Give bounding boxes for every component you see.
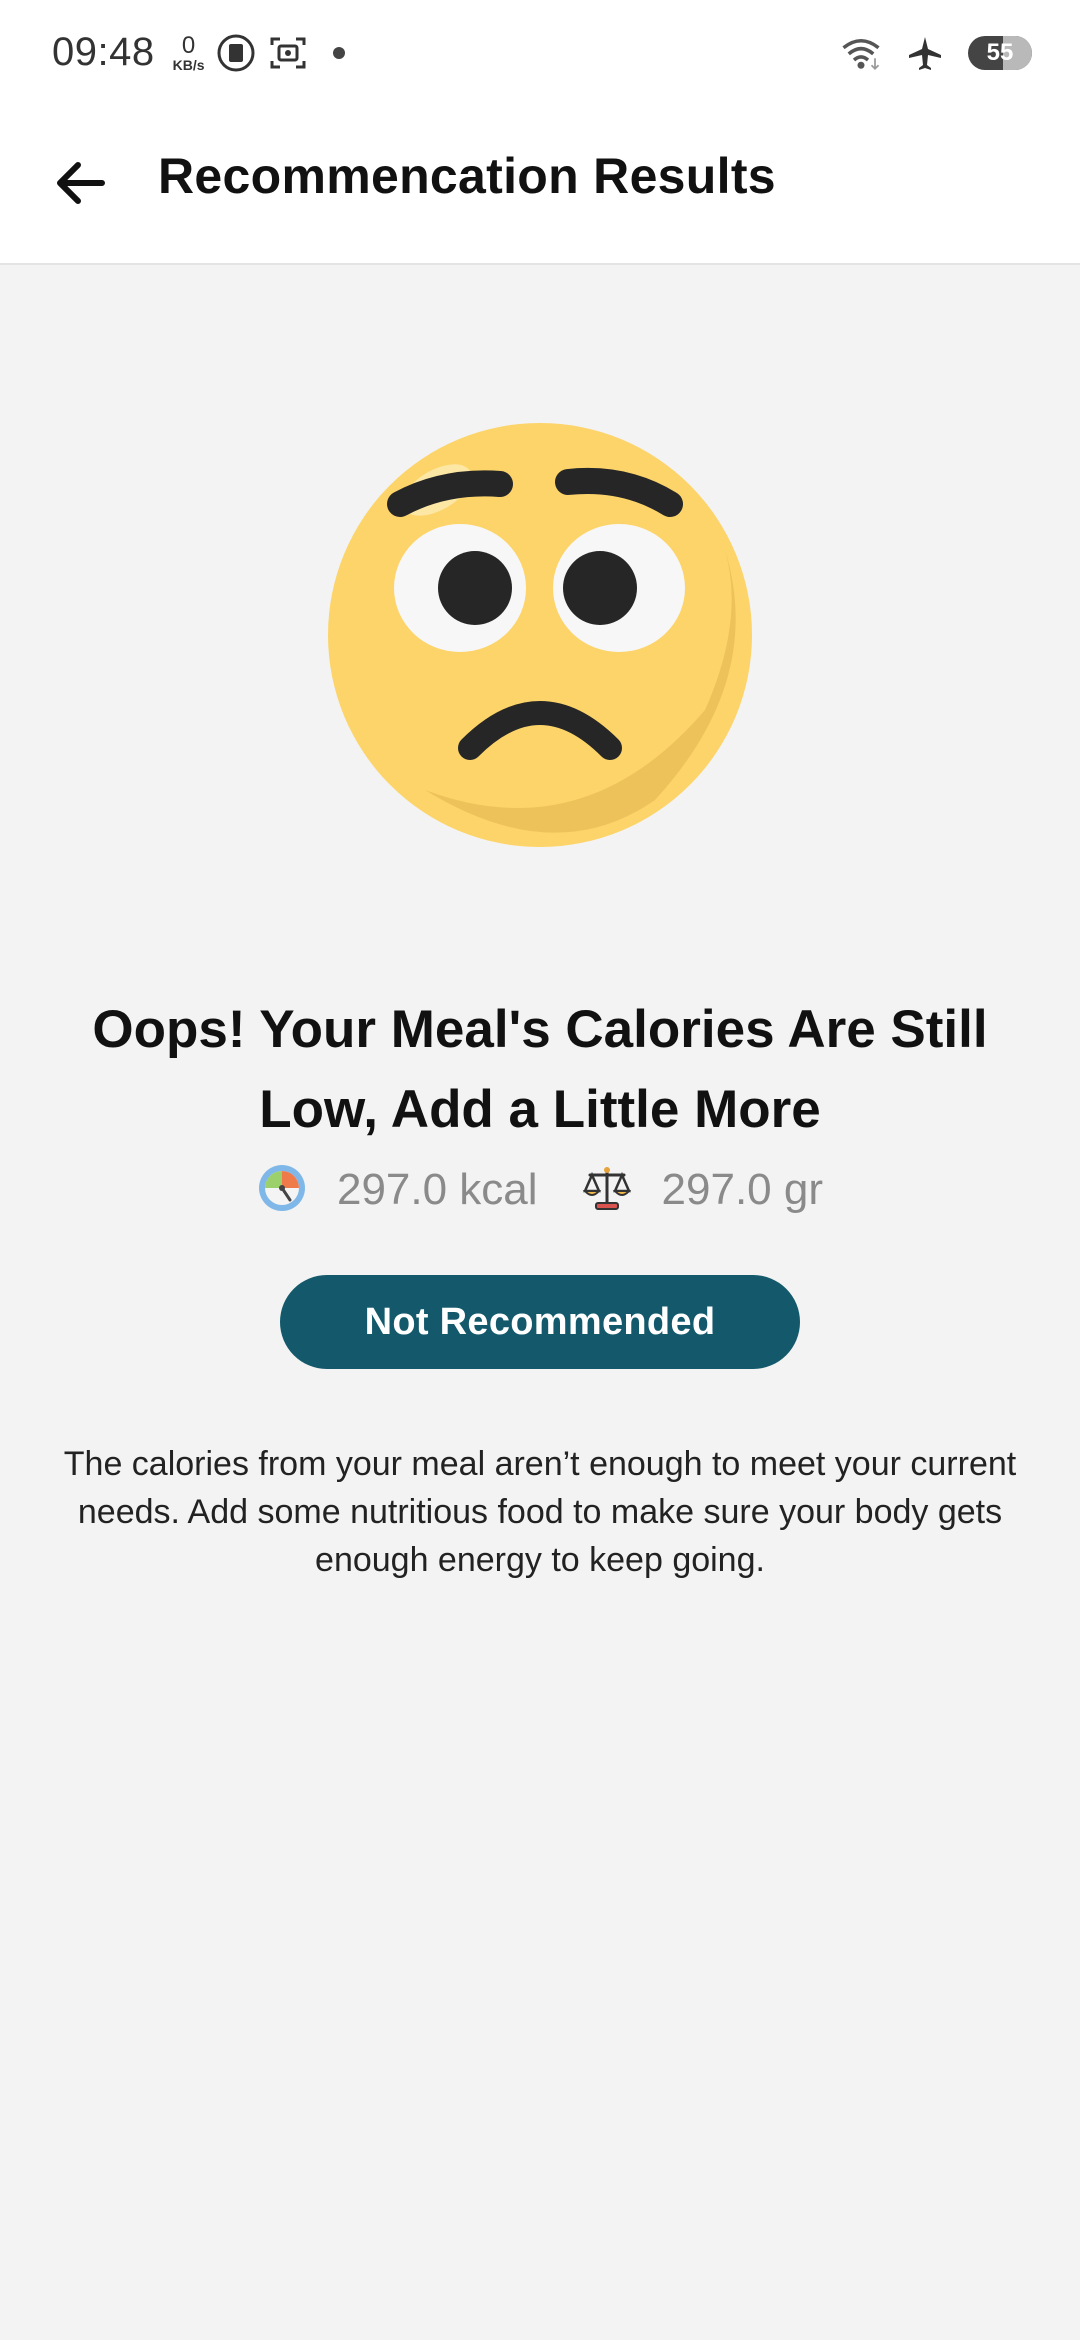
- calories-value: 297.0 kcal: [336, 1165, 538, 1214]
- speedometer-icon: [257, 1163, 307, 1218]
- screen-record-icon: [215, 32, 257, 74]
- network-speed-unit: KB/s: [172, 56, 205, 73]
- result-description: The calories from your meal aren’t enoug…: [63, 1445, 1017, 1579]
- weight-value: 297.0 gr: [661, 1165, 824, 1214]
- screenshot-icon: [267, 32, 309, 74]
- network-speed: 0 KB/s: [172, 31, 205, 73]
- worried-face-icon: [325, 420, 755, 850]
- page-title: Recommencation Results: [158, 148, 776, 204]
- result-headline: Oops! Your Meal's Calories Are Still Low…: [92, 1000, 988, 1139]
- meal-stats: 297.0 kcal 297.0 gr: [0, 1155, 1080, 1225]
- status-bar-left: 09:48 0 KB/s: [52, 30, 345, 75]
- calories-stat: 297.0 kcal: [257, 1163, 538, 1218]
- arrow-left-icon: [54, 161, 106, 210]
- network-speed-value: 0: [181, 31, 196, 59]
- back-button[interactable]: [40, 145, 120, 225]
- status-time: 09:48: [52, 30, 155, 74]
- battery-level: 55: [986, 38, 1014, 66]
- battery-indicator: 55: [968, 35, 1032, 70]
- status-bar-right: 55: [840, 32, 1032, 74]
- notification-dot-icon: [332, 46, 345, 59]
- weight-stat: 297.0 gr: [582, 1163, 823, 1218]
- wifi-icon: [840, 32, 882, 74]
- app-bar: Recommencation Results: [0, 105, 1080, 265]
- not-recommended-button[interactable]: Not Recommended: [280, 1275, 800, 1369]
- airplane-mode-icon: [904, 32, 946, 74]
- status-bar: 09:48 0 KB/s 55: [0, 0, 1080, 105]
- scale-icon: [582, 1163, 632, 1218]
